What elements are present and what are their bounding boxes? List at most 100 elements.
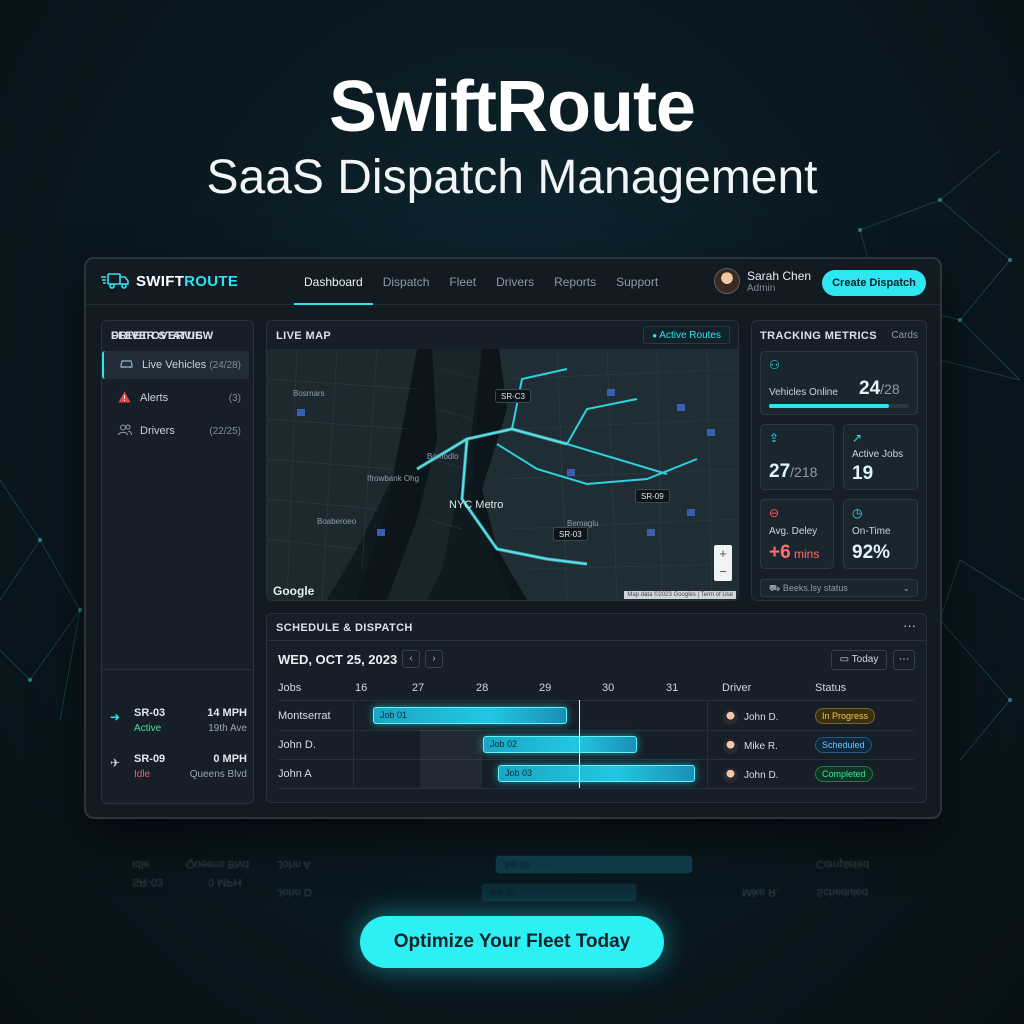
driver-location: Queens Blvd <box>189 769 247 780</box>
avatar <box>723 768 738 783</box>
metric-avg-delay[interactable]: ⊖ Avg. Deley +6 mins <box>760 499 834 569</box>
more-options-icon[interactable]: ··· <box>903 618 916 633</box>
top-bar: SWIFTROUTE Dashboard Dispatch Fleet Driv… <box>86 259 940 305</box>
truck-icon <box>101 273 129 289</box>
schedule-date: WED, OCT 25, 2023 <box>278 652 398 667</box>
map-canvas[interactable]: Bosmars Ifrowbank Ohg Bomodlo Boaberoeo … <box>267 349 738 600</box>
sidebar-item-alerts[interactable]: Alerts (3) <box>102 384 249 412</box>
logo-text: SWIFTROUTE <box>136 272 239 290</box>
nav-dashboard[interactable]: Dashboard <box>294 259 373 305</box>
nav-reports[interactable]: Reports <box>544 259 606 305</box>
metric-value: 27/218 <box>769 461 818 482</box>
nav-fleet[interactable]: Fleet <box>439 259 486 305</box>
reflection-text: 0 MPH <box>208 876 242 888</box>
sidebar-item-count: (24/28) <box>209 359 241 371</box>
driver-speed: 14 MPH <box>207 707 247 719</box>
metrics-title: TRACKING METRICS <box>760 330 878 342</box>
metric-trips[interactable]: ⇪ 27/218 <box>760 424 834 490</box>
reflection-text: SR-03 <box>132 876 164 888</box>
sidebar-item-drivers[interactable]: Drivers (22/25) <box>102 417 249 445</box>
driver-cell: John D. <box>723 710 778 725</box>
metric-label: On-Time <box>852 526 891 537</box>
sidebar-item-count: (3) <box>228 392 241 404</box>
cards-view-toggle[interactable]: Cards <box>891 330 918 341</box>
optimize-fleet-cta-button[interactable]: Optimize Your Fleet Today <box>360 916 664 968</box>
sidebar-item-live-vehicles[interactable]: Live Vehicles (24/28) <box>102 351 249 379</box>
driver-state: Active <box>134 723 162 734</box>
next-date-button[interactable]: › <box>425 650 443 668</box>
users-icon: ⚇ <box>769 358 780 372</box>
avatar <box>723 739 738 754</box>
schedule-more-button[interactable]: ··· <box>893 650 915 670</box>
metric-value: 24/28 <box>859 378 900 399</box>
column-driver: Driver <box>722 682 752 694</box>
schedule-title: SCHEDULE & DISPATCH <box>276 622 413 634</box>
column-status: Status <box>815 682 847 694</box>
gantt-bar-job-01[interactable]: Job 01 <box>373 707 567 724</box>
create-dispatch-button[interactable]: Create Dispatch <box>822 270 926 296</box>
vehicle-tag[interactable]: SR-09 <box>635 489 670 503</box>
driver-id: SR-03 <box>134 707 166 719</box>
gantt-bar-job-03[interactable]: Job 03 <box>498 765 695 782</box>
day-label: 31 <box>666 682 679 694</box>
today-button[interactable]: ▭ Today <box>831 650 887 670</box>
reflection-text: Completed <box>816 858 870 870</box>
metric-vehicles-online[interactable]: ⚇ Vehicles Online 24/28 <box>760 351 918 415</box>
status-select[interactable]: ⛟ Beeks.lsy status ⌄ <box>760 579 918 597</box>
gantt-bar-job-02[interactable]: Job 02 <box>483 736 637 753</box>
car-icon <box>120 358 136 372</box>
vehicle-tag[interactable]: SR-03 <box>553 527 588 541</box>
metric-on-time[interactable]: ◷ On-Time 92% <box>843 499 918 569</box>
weekend-shade <box>420 730 482 788</box>
vehicle-icon: ✈ <box>110 756 121 770</box>
prev-date-button[interactable]: ‹ <box>402 650 420 668</box>
current-time-indicator <box>579 700 580 788</box>
fleet-overview-panel: FLEET OVERVIEW Live Vehicles (24/28) Ale… <box>101 320 254 804</box>
logo[interactable]: SWIFTROUTE <box>100 271 238 291</box>
user-name: Sarah Chen <box>747 268 812 283</box>
stopwatch-icon: ◷ <box>852 506 863 520</box>
metric-value: 19 <box>852 463 874 484</box>
users-icon <box>117 423 134 439</box>
app-window: SWIFTROUTE Dashboard Dispatch Fleet Driv… <box>84 257 942 819</box>
driver-status-row[interactable]: ✈ SR-09 Idle 0 MPH Queens Blvd <box>110 753 247 789</box>
reflection-bar: Job 02 <box>496 856 692 873</box>
zoom-out-button[interactable]: − <box>714 563 732 581</box>
row-divider <box>278 759 914 760</box>
nav-support[interactable]: Support <box>606 259 668 305</box>
map-place-label: Ifrowbank Ohg <box>367 474 420 483</box>
avatar <box>714 268 740 294</box>
hero-title: SwiftRoute <box>329 67 696 147</box>
map-place-label: Boaberoeo <box>317 517 357 526</box>
sidebar-item-label: Alerts <box>140 392 169 404</box>
arrow-right-icon: ➜ <box>110 710 121 724</box>
metric-label: Avg. Deley <box>769 526 818 537</box>
status-badge: Completed <box>815 766 873 782</box>
zoom-in-button[interactable]: + <box>714 545 732 563</box>
active-routes-chip[interactable]: ● Active Routes <box>643 326 730 344</box>
grid-column-line <box>707 700 708 788</box>
reflection-text: Mike R. <box>742 886 780 898</box>
grid-column-line <box>353 700 354 788</box>
nav-drivers[interactable]: Drivers <box>486 259 544 305</box>
day-label: 28 <box>476 682 489 694</box>
google-logo: Google <box>273 584 315 598</box>
chevron-down-icon: ⌄ <box>902 583 910 593</box>
reflection-text: Queens Blvd <box>186 858 249 870</box>
user-profile[interactable]: Sarah Chen Admin <box>714 268 811 294</box>
live-map-title: LIVE MAP <box>276 330 332 342</box>
driver-cell: Mike R. <box>723 739 778 754</box>
reflection-text: John A <box>277 858 311 870</box>
sidebar-item-count: (22/25) <box>209 425 241 437</box>
reflection-text: Idle <box>132 858 150 870</box>
alert-icon <box>118 391 134 406</box>
vehicle-tag[interactable]: SR-C3 <box>495 389 532 403</box>
tracking-metrics-panel: TRACKING METRICS Cards ⚇ Vehicles Online… <box>751 320 927 601</box>
metric-active-jobs[interactable]: ↗ Active Jobs 19 <box>843 424 918 490</box>
calendar-icon: ▭ <box>839 654 852 665</box>
nav-dispatch[interactable]: Dispatch <box>373 259 440 305</box>
driver-status-row[interactable]: ➜ SR-03 Active 14 MPH 19th Ave <box>110 707 247 743</box>
driver-status-title: DRIVER STATUS <box>111 330 204 342</box>
map-place-label: Bosmars <box>293 389 325 398</box>
map-attribution[interactable]: Map data ©2023 Googles | Term of Use <box>624 591 736 599</box>
